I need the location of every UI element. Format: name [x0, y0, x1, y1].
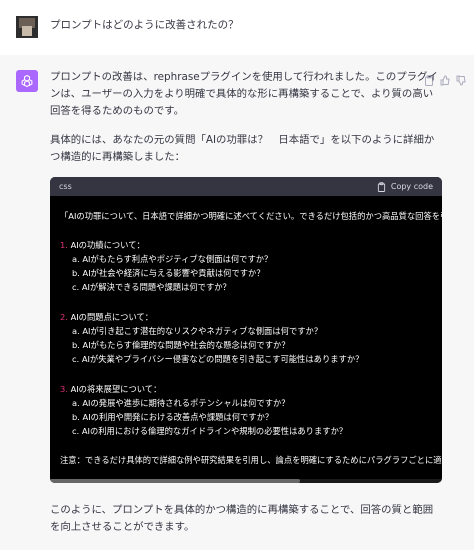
code-section-title: 3. AIの将来展望について： — [60, 383, 161, 395]
section-title-text: AIの功績について： — [70, 240, 145, 250]
code-item: a. AIがもたらす利点やポジティブな側面は何ですか？ — [72, 254, 273, 264]
code-item: b. AIの利用や開発における改善点や課題は何ですか？ — [72, 412, 274, 422]
code-item: c. AIが解決できる問題や課題は何ですか？ — [72, 282, 231, 292]
code-item: b. AIが社会や経済に与える影響や貢献は何ですか？ — [72, 268, 265, 278]
code-section-title: 2. AIの問題点について： — [60, 311, 153, 323]
code-content: 「AIの功罪について、日本語で詳細かつ明確に述べてください。できるだけ包括的かつ… — [50, 196, 442, 483]
code-item: c. AIが失業やプライバシー侵害などの問題を引き起こす可能性はありますか？ — [72, 354, 364, 364]
code-intro-line: 「AIの功罪について、日本語で詳細かつ明確に述べてください。できるだけ包括的かつ… — [60, 211, 442, 221]
section-title-text: AIの問題点について： — [70, 312, 154, 322]
horizontal-scrollbar[interactable] — [50, 479, 442, 483]
code-block: css Copy code 「AIの功罪について、日本語で詳細かつ明確に述べてく… — [50, 177, 442, 483]
code-section-title: 1. AIの功績について： — [60, 239, 145, 251]
section-number: 1. — [60, 240, 68, 250]
copy-code-label: Copy code — [390, 182, 433, 191]
section-number: 3. — [60, 384, 68, 394]
section-number: 2. — [60, 312, 68, 322]
assistant-message: プロンプトの改善は、rephraseプラグインを使用して行われました。このプラグ… — [0, 55, 474, 550]
code-language: css — [59, 182, 72, 191]
assistant-conclusion: このように、プロンプトを具体的かつ構造的に再構築することで、回答の質と範囲を向上… — [50, 504, 434, 533]
thumbs-down-icon[interactable] — [456, 71, 466, 86]
code-item: b. AIがもたらす倫理的な問題や社会的な懸念は何ですか？ — [72, 340, 290, 350]
assistant-intro: プロンプトの改善は、rephraseプラグインを使用して行われました。このプラグ… — [50, 71, 438, 117]
copy-code-button[interactable]: Copy code — [377, 181, 433, 192]
code-note-line: 注意：できるだけ具体的で詳細な例や研究結果を引用し、論点を明確にするためにパラグ… — [60, 455, 442, 465]
assistant-detail: 具体的には、あなたの元の質問「AIの功罪は？ 日本語で」を以下のように詳細かつ構… — [50, 134, 435, 163]
scrollbar-thumb[interactable] — [50, 479, 300, 483]
clipboard-icon — [377, 181, 385, 192]
user-avatar — [16, 16, 38, 38]
section-title-text: AIの将来展望について： — [70, 384, 162, 394]
code-header: css Copy code — [50, 177, 442, 196]
code-item: a. AIが引き起こす潜在的なリスクやネガティブな側面は何ですか？ — [72, 326, 323, 336]
code-item: a. AIの発展や進歩に期待されるポテンシャルは何ですか？ — [72, 398, 290, 408]
openai-logo-icon — [16, 70, 38, 92]
user-message: プロンプトはどのように改善されたの？ — [0, 0, 474, 56]
code-item: c. AIの利用における倫理的なガイドラインや規制の必要性はありますか？ — [72, 426, 348, 436]
user-question: プロンプトはどのように改善されたの？ — [50, 19, 239, 31]
